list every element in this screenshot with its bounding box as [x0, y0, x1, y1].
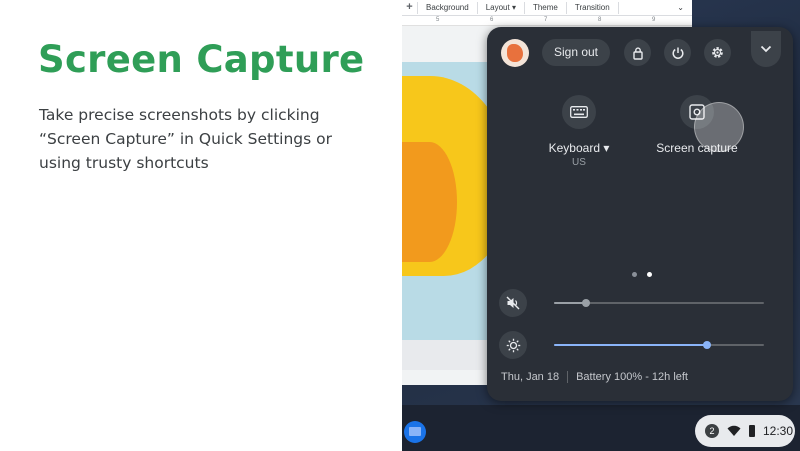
layout-button[interactable]: Layout ▾ — [478, 1, 525, 14]
notification-count-badge: 2 — [705, 424, 719, 438]
page-dot[interactable] — [632, 272, 637, 277]
avatar[interactable] — [501, 39, 529, 67]
wifi-icon — [727, 425, 741, 436]
volume-muted-icon — [506, 296, 520, 310]
battery-icon — [749, 425, 755, 437]
collapse-button[interactable] — [751, 31, 781, 67]
theme-button[interactable]: Theme — [525, 1, 567, 14]
clock: 12:30 — [763, 424, 794, 438]
brightness-slider-row — [499, 331, 781, 359]
brightness-icon — [506, 338, 520, 352]
touch-indicator — [694, 102, 744, 152]
lock-button[interactable] — [624, 39, 651, 66]
divider — [567, 371, 569, 383]
ruler: 5 6 7 8 9 — [402, 16, 692, 26]
keyboard-layout-label: US — [572, 157, 586, 168]
brightness-button[interactable] — [499, 331, 527, 359]
volume-slider-thumb[interactable] — [581, 299, 590, 307]
power-icon — [671, 47, 684, 59]
brightness-slider-thumb[interactable] — [703, 341, 712, 349]
brightness-slider[interactable] — [554, 341, 764, 349]
volume-slider-row — [499, 289, 781, 317]
mute-toggle-button[interactable] — [499, 289, 527, 317]
power-button[interactable] — [664, 39, 691, 66]
files-app-icon[interactable] — [404, 421, 426, 443]
volume-slider-fill — [554, 302, 586, 304]
editor-toolbar: + Background Layout ▾ Theme Transition ⌄ — [402, 0, 692, 16]
settings-button[interactable] — [704, 39, 731, 66]
status-tray[interactable]: 2 12:30 — [695, 415, 795, 447]
transition-button[interactable]: Transition — [567, 1, 619, 14]
new-slide-icon[interactable]: + — [402, 1, 418, 14]
brightness-slider-fill — [554, 344, 708, 346]
keyboard-icon — [570, 106, 588, 118]
slide-title: Screen Capture — [38, 38, 365, 81]
battery-status[interactable]: Battery 100% - 12h left — [576, 371, 688, 383]
ruler-tick: 8 — [598, 17, 602, 23]
chevron-down-icon — [760, 45, 772, 53]
page-indicator — [632, 272, 652, 277]
volume-slider[interactable] — [554, 299, 764, 307]
orange-shape — [402, 142, 457, 262]
page-dot-active[interactable] — [647, 272, 652, 277]
date-label[interactable]: Thu, Jan 18 — [501, 371, 559, 383]
slide-text-panel: Screen Capture Take precise screenshots … — [0, 0, 402, 451]
quick-settings-footer: Thu, Jan 18 Battery 100% - 12h left — [501, 371, 688, 383]
chromeos-screen: + Background Layout ▾ Theme Transition ⌄… — [402, 0, 800, 451]
sign-out-button[interactable]: Sign out — [542, 39, 610, 66]
lock-icon — [632, 46, 643, 60]
ruler-tick: 9 — [652, 17, 656, 23]
slide-description: Take precise screenshots by clicking “Sc… — [39, 106, 333, 172]
gear-icon — [712, 47, 723, 58]
keyboard-tile-label: Keyboard ▾ — [548, 141, 610, 155]
keyboard-tile[interactable]: Keyboard ▾ US — [524, 95, 634, 168]
ruler-tick: 6 — [490, 17, 494, 23]
keyboard-tile-button[interactable] — [562, 95, 596, 129]
background-button[interactable]: Background — [418, 1, 478, 14]
chevron-down-icon[interactable]: ⌄ — [669, 2, 692, 14]
ruler-tick: 7 — [544, 17, 548, 23]
ruler-tick: 5 — [436, 17, 440, 23]
quick-settings-panel: Sign out Keyboard ▾ US Screen capture Th… — [487, 27, 793, 401]
